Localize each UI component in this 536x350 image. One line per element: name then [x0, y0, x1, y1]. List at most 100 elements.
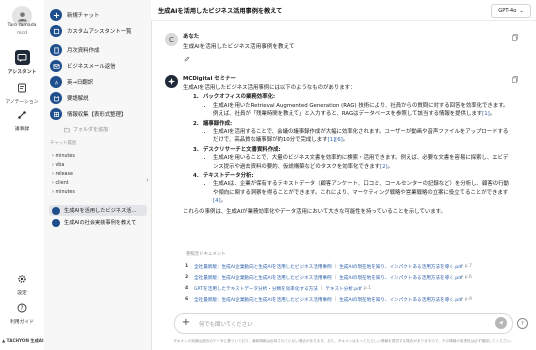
reference-doc: 生成AIの現在地を知り、インパクトある活用方法を導く.pdf: [339, 264, 463, 270]
reference-page: p.1: [363, 286, 372, 291]
reference-link[interactable]: 2 全社最新版：生成AI企業動向と生成AIを活用したビジネス活用事例 | 生成AIの…: [185, 273, 472, 282]
user-message-author: あなた: [183, 34, 200, 40]
brand-logo: ▲ TACHYON 生成AI: [2, 338, 44, 343]
rail-item-annotation[interactable]: アノテーション: [0, 80, 44, 105]
folder-item[interactable]: › release: [52, 172, 73, 177]
assistant-item[interactable]: A 英→日翻訳: [50, 75, 93, 89]
disclaimer-text: タキオンの知識は過去のデータに基づいており、最新情報は反映されていない場合があり…: [173, 339, 514, 343]
assistant-answer: 生成AIを活用したビジネス活用事例には以下のようなものがあります： 1. バックオ…: [183, 84, 513, 216]
rail-item-label: アシスタント: [7, 70, 37, 75]
reference-link[interactable]: 1 全社最新版：生成AI企業動向と生成AIを活用したビジネス活用事例 | 生成AIの…: [185, 262, 472, 271]
copy-icon[interactable]: [512, 34, 518, 41]
answer-intro: 生成AIを活用したビジネス活用事例には以下のようなものがあります：: [183, 85, 356, 91]
citation-link[interactable]: [4]: [213, 198, 221, 204]
send-button[interactable]: [495, 317, 507, 329]
attach-plus-icon[interactable]: +: [181, 318, 191, 328]
rail-item-assistant[interactable]: アシスタント: [0, 50, 44, 75]
chat-input[interactable]: 何でも聞いてください: [199, 320, 253, 328]
section-number: 1.: [193, 94, 199, 101]
sparkle-icon: [167, 77, 176, 86]
bullet-end: 。: [387, 163, 394, 170]
custom-assistant-button[interactable]: カスタムアシスタント一覧: [50, 24, 131, 38]
section-number: 3.: [193, 146, 199, 153]
page-title: 生成AIを活用したビジネス活用事例を教えて: [158, 8, 283, 15]
folder-item[interactable]: › minutes: [52, 190, 75, 195]
reference-doc: 生成AIの現在地を知り、インパクトある活用方法を導く.pdf: [339, 275, 463, 281]
chat-icon: [14, 50, 30, 65]
chat-composer: + 何でも聞いてください: [174, 313, 513, 334]
section-bullet: 生成AIは、企業が保有するテキストデータ（顧客アンケート、口コミ、コールセンター…: [213, 180, 513, 205]
reference-number: 2: [185, 275, 189, 280]
new-chat-button[interactable]: 新規チャット: [50, 8, 99, 22]
assistant-item-label: 情報収集【表形式整理】: [67, 112, 127, 118]
chat-history-item-active[interactable]: 生成AIを活用したビジネス活…: [49, 205, 147, 216]
left-rail: Taro Yamada mcd アシスタント アノテーション 議事録 設定 ? …: [0, 0, 45, 350]
edit-icon[interactable]: [184, 56, 190, 62]
reference-link[interactable]: 6 全社最新版：生成AI企業動向と生成AIを活用したビジネス活用事例 | 生成AIの…: [185, 295, 472, 304]
user-name: Taro Yamada: [7, 23, 37, 28]
assistant-item-label: ビジネスメール返信: [67, 64, 116, 70]
folder-item-label: client: [55, 181, 69, 186]
svg-text:?: ?: [20, 305, 23, 312]
section-bullet: 生成AIを用いることで、大量のビジネス文書を効率的に検索・活用できます。例えば、…: [213, 154, 513, 171]
reference-link[interactable]: 4 GPTを活用したテキストデータ分析・分類を効率化する方法 | テキスト分析.pd…: [185, 284, 371, 293]
section-number: 2.: [193, 120, 199, 127]
question-icon: ?: [15, 300, 30, 315]
rail-item-settings[interactable]: 設定: [0, 271, 44, 296]
folder-item-label: minutes: [55, 154, 75, 159]
user-org: mcd: [17, 31, 27, 36]
copy-icon[interactable]: [512, 76, 518, 83]
rail-item-guide[interactable]: ? 利用ガイド: [0, 300, 44, 325]
folder-item-label: vba: [55, 163, 65, 168]
assistant-author: MCDigital セミナー: [183, 76, 236, 82]
gear-icon: [15, 271, 30, 286]
assistant-item[interactable]: 情報収集【表形式整理】: [50, 107, 126, 121]
folder-icon: [64, 127, 70, 132]
chat-history-item[interactable]: 生成AIの社会実装事例を教えて: [49, 217, 147, 228]
list-icon: [50, 25, 62, 37]
main-header: 生成AIを活用したビジネス活用事例を教えて GPT-4o ⌄: [151, 0, 536, 21]
rail-item-label: 議事録: [14, 127, 30, 132]
add-folder-button[interactable]: フォルダを追加: [64, 126, 108, 133]
chevron-down-icon: ⌄: [519, 8, 524, 14]
user-message-avatar: C: [165, 33, 178, 46]
section-number: 4.: [193, 173, 199, 180]
reference-doc: 生成AIの現在地を知り、インパクトある活用方法を導く.pdf: [339, 297, 463, 303]
bullet-text: 生成AIを用いることで、大量のビジネス文書を効率的に検索・活用できます。例えば、…: [213, 155, 509, 170]
assistant-item[interactable]: 要語解説: [50, 91, 89, 105]
assistant-avatar: [165, 75, 178, 88]
section-heading: テキストデータ分析:: [203, 173, 254, 180]
section-heading: デスクリサーチと文書資料作成:: [203, 146, 281, 153]
plus-icon: [50, 9, 62, 21]
table-icon: [50, 108, 62, 120]
help-question-icon[interactable]: ?: [517, 318, 528, 329]
reference-page: p.6: [464, 275, 472, 280]
reference-title: GPTを活用したテキストデータ分析・分類を効率化する方法: [194, 286, 318, 292]
rail-item-label: アノテーション: [5, 100, 39, 105]
reference-title: 全社最新版：生成AI企業動向と生成AIを活用したビジネス活用事例: [194, 297, 332, 303]
collapse-sidebar-icon[interactable]: ‹: [146, 176, 149, 184]
folder-item[interactable]: › vba: [52, 163, 64, 168]
annotation-icon: [15, 80, 30, 95]
chat-icon: [52, 206, 60, 215]
add-folder-label: フォルダを追加: [73, 127, 109, 133]
rail-item-label: 利用ガイド: [10, 320, 34, 325]
sidebar: 新規チャット カスタムアシスタント一覧 月次資料作成 ビジネスメール返信 A 英…: [44, 0, 152, 350]
answer-section: 4. テキストデータ分析: 生成AIは、企業が保有するテキストデータ（顧客アンケー…: [183, 172, 513, 206]
assistant-item[interactable]: ビジネスメール返信: [50, 59, 116, 73]
assistant-item-label: 要語解説: [67, 96, 89, 102]
reference-page: p.7: [464, 264, 472, 269]
folder-item[interactable]: › minutes: [52, 154, 75, 159]
reference-number: 4: [185, 286, 189, 291]
assistant-item[interactable]: 月次資料作成: [50, 43, 99, 57]
reference-number: 6: [185, 297, 189, 302]
citation-link[interactable]: [1][6]: [327, 137, 342, 143]
folder-item[interactable]: › client: [52, 181, 69, 186]
model-selector[interactable]: GPT-4o ⌄: [491, 4, 531, 18]
rail-item-minutes[interactable]: 議事録: [0, 107, 44, 132]
citation-link[interactable]: [2]: [380, 164, 388, 170]
chat-history-title: 生成AIの社会実装事例を教えて: [64, 220, 137, 226]
citation-link[interactable]: [1]: [482, 111, 490, 117]
chat-history-title: 生成AIを活用したビジネス活…: [64, 208, 137, 214]
new-chat-label: 新規チャット: [67, 13, 100, 19]
